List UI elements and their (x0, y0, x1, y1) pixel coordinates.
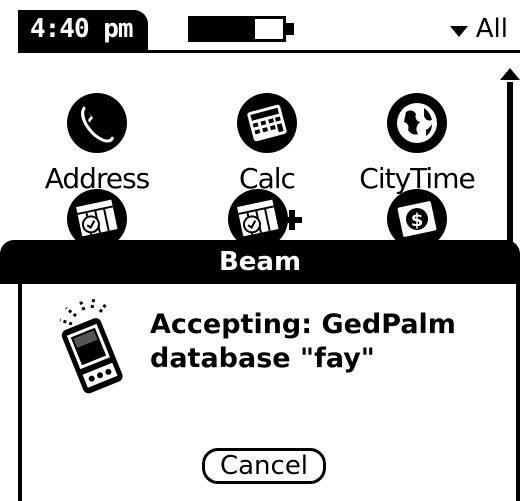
title-divider (18, 50, 520, 53)
battery-fill (191, 19, 256, 39)
title-bar: 4:40 pm All (18, 10, 520, 53)
clock-tab[interactable]: 4:40 pm (18, 10, 148, 50)
chevron-down-icon (449, 25, 468, 37)
phone-icon (67, 93, 127, 153)
clock-label: 4:40 pm (30, 14, 134, 44)
category-label: All (475, 14, 508, 44)
beaming-palm-icon (59, 298, 123, 394)
globe-icon (387, 93, 447, 153)
palm-screen: 4:40 pm All Address Calc CityTime $ Beam… (0, 0, 520, 501)
beam-message: Accepting: GedPalm database "fay" (150, 308, 456, 376)
app-calc[interactable]: Calc (192, 92, 342, 194)
dialog-title-bar: Beam (0, 240, 520, 284)
cancel-button[interactable]: Cancel (202, 448, 326, 484)
category-picker[interactable]: All (449, 14, 508, 44)
scroll-up-arrow-icon[interactable] (500, 68, 520, 80)
app-citytime[interactable]: CityTime (342, 92, 492, 194)
battery-terminal (286, 23, 294, 35)
svg-text:$: $ (411, 210, 424, 231)
battery-gauge (188, 16, 286, 42)
dialog-title: Beam (218, 247, 302, 277)
app-address[interactable]: Address (22, 92, 172, 194)
calculator-icon (237, 93, 297, 153)
beam-message-line2: database "fay" (150, 343, 375, 374)
beam-message-line1: Accepting: GedPalm (150, 309, 456, 340)
scrollbar[interactable] (507, 82, 513, 242)
